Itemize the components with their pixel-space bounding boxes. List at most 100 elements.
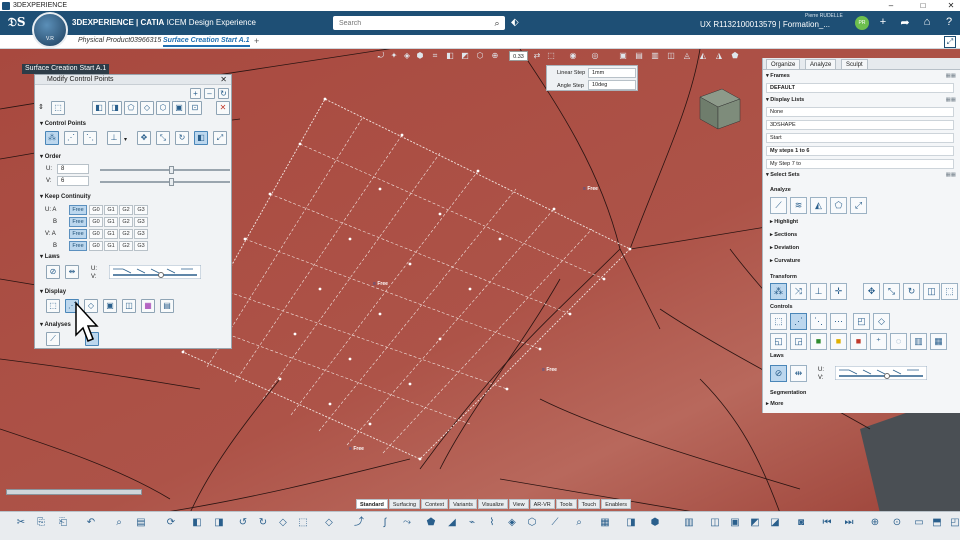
controls-icon[interactable]: ◲ [790, 333, 807, 350]
toolbar-action-icon[interactable]: ⎗ [56, 516, 70, 530]
search-input[interactable] [333, 16, 505, 30]
tab-visualize[interactable]: Visualize [477, 499, 508, 509]
close-icon[interactable]: ✕ [220, 75, 227, 85]
controls-icon[interactable]: ◇ [873, 313, 890, 330]
tag-icon[interactable]: ⬖ [511, 17, 519, 28]
transform-icon[interactable]: ⤨ [790, 283, 807, 300]
rotate-icon[interactable]: ↻ [903, 283, 920, 300]
view-tool-icon[interactable]: ⬟ [730, 51, 740, 61]
toolbar-action-icon[interactable]: ⊕ [868, 516, 882, 530]
controls-icon[interactable]: ◱ [770, 333, 787, 350]
toolbar-action-icon[interactable]: ⊙ [890, 516, 904, 530]
law-icon[interactable]: ⇹ [790, 365, 807, 382]
select-icon[interactable]: ⬚ [51, 101, 65, 115]
continuity-g1-button[interactable]: G1 [104, 205, 118, 215]
view-tool-icon[interactable]: ◩ [460, 51, 470, 61]
continuity-g3-button[interactable]: G3 [134, 229, 148, 239]
controls-icon[interactable]: ▥ [910, 333, 927, 350]
toolbar-action-icon[interactable]: ⟋ [548, 516, 562, 530]
sections-section[interactable]: Sections [770, 232, 797, 238]
continuity-g2-button[interactable]: G2 [119, 205, 133, 215]
order-v-slider[interactable] [100, 178, 230, 186]
analyze-icon[interactable]: ⬠ [830, 197, 847, 214]
toolbar-action-icon[interactable]: ◧ [190, 516, 204, 530]
view-tool-icon[interactable]: ⬡ [475, 51, 485, 61]
toolbar-action-icon[interactable]: ↶ [84, 516, 98, 530]
toolbar-action-icon[interactable]: ◇ [276, 516, 290, 530]
minimize-button[interactable]: – [882, 0, 900, 11]
section-order[interactable]: Order [40, 153, 61, 160]
points-icon[interactable]: ⋱ [83, 131, 97, 145]
controls-icon[interactable]: ◰ [853, 313, 870, 330]
toolbar-action-icon[interactable]: ↻ [256, 516, 270, 530]
transform-icon[interactable]: ✛ [830, 283, 847, 300]
display-list-row[interactable]: None [766, 107, 954, 117]
document-title[interactable]: UX R1132100013579 | Formation_... [700, 20, 830, 29]
order-u-slider[interactable] [100, 166, 230, 174]
tab-enablers[interactable]: Enablers [601, 499, 631, 509]
share-icon[interactable]: ➦ [898, 16, 912, 29]
section-tools-icon[interactable]: ▦▦ [946, 73, 956, 79]
analyze-icon[interactable]: ≋ [790, 197, 807, 214]
analysis-icon[interactable]: ⟋ [46, 332, 60, 346]
tab-sculpt[interactable]: Sculpt [841, 59, 868, 69]
panel-title[interactable]: Modify Control Points ✕ [35, 75, 231, 85]
transform-icon[interactable]: ⊥ [810, 283, 827, 300]
tab-surface-creation[interactable]: Surface Creation Start A.1 [163, 37, 250, 47]
help-icon[interactable]: ? [942, 16, 956, 28]
expand-icon[interactable]: ⤢ [944, 36, 956, 48]
avatar[interactable]: PR [855, 16, 869, 30]
controls-icon[interactable]: ⋰ [790, 313, 807, 330]
select-sets-section[interactable]: Select Sets [766, 172, 799, 178]
continuity-g2-button[interactable]: G2 [119, 241, 133, 251]
toolbar-action-icon[interactable]: ◪ [768, 516, 782, 530]
axis-icon[interactable]: ⊥ [107, 131, 121, 145]
tree-root-node[interactable]: Surface Creation Start A.1 [22, 64, 110, 74]
tab-tools[interactable]: Tools [555, 499, 577, 509]
continuity-free-button[interactable]: Free [69, 205, 87, 215]
view-tool-icon[interactable]: ◫ [666, 51, 676, 61]
toolbar-action-icon[interactable]: ✂ [14, 516, 28, 530]
mode-icon[interactable]: ⬠ [124, 101, 138, 115]
compass-icon[interactable]: V.R [32, 12, 68, 48]
tab-context[interactable]: Context [421, 499, 449, 509]
toolbar-action-icon[interactable]: ⤴ [352, 516, 366, 530]
tab-touch[interactable]: Touch [577, 499, 601, 509]
tab-surfacing[interactable]: Surfacing [388, 499, 421, 509]
continuity-g1-button[interactable]: G1 [104, 217, 118, 227]
toolbar-action-icon[interactable]: ◰ [948, 516, 960, 530]
tab-standard[interactable]: Standard [356, 499, 388, 509]
toolbar-action-icon[interactable]: ▦ [598, 516, 612, 530]
controls-icon[interactable]: ◌ [890, 333, 907, 350]
more-section[interactable]: More [766, 401, 783, 407]
law-graph[interactable] [109, 265, 201, 279]
view-tool-icon[interactable]: ◈ [402, 51, 412, 61]
continuity-g0-button[interactable]: G0 [89, 241, 103, 251]
zoom-value-field[interactable]: 0.33 [509, 51, 528, 61]
view-tool-icon[interactable]: ◮ [714, 51, 724, 61]
toolbar-action-icon[interactable]: ◨ [212, 516, 226, 530]
view-tool-icon[interactable]: ⬢ [415, 51, 425, 61]
display-icon[interactable]: ▤ [160, 299, 174, 313]
analyze-icon[interactable]: ◭ [810, 197, 827, 214]
toolbar-action-icon[interactable]: ◇ [322, 516, 336, 530]
continuity-g0-button[interactable]: G0 [89, 229, 103, 239]
communicate-icon[interactable]: ⌂ [920, 16, 934, 28]
toolbar-action-icon[interactable]: ◙ [794, 516, 808, 530]
mode-icon[interactable]: ⊡ [188, 101, 202, 115]
link-icon[interactable]: ⊘ [770, 365, 787, 382]
toolbar-action-icon[interactable]: ▥ [682, 516, 696, 530]
continuity-g0-button[interactable]: G0 [89, 217, 103, 227]
view-tool-icon[interactable]: ▤ [634, 51, 644, 61]
view-tool-icon[interactable]: ✦ [389, 51, 399, 61]
toolbar-action-icon[interactable]: ◫ [708, 516, 722, 530]
view-tool-icon[interactable]: ◧ [445, 51, 455, 61]
analyze-icon[interactable]: ⟋ [770, 197, 787, 214]
updown-icon[interactable]: ⇕ [38, 103, 44, 111]
toolbar-action-icon[interactable]: ◢ [445, 516, 459, 530]
mode-icon[interactable]: ◇ [140, 101, 154, 115]
continuity-free-button[interactable]: Free [69, 241, 87, 251]
toolbar-action-icon[interactable]: ⌕ [572, 516, 586, 530]
display-lists-section[interactable]: Display Lists [766, 97, 804, 103]
controls-icon[interactable]: ■ [850, 333, 867, 350]
